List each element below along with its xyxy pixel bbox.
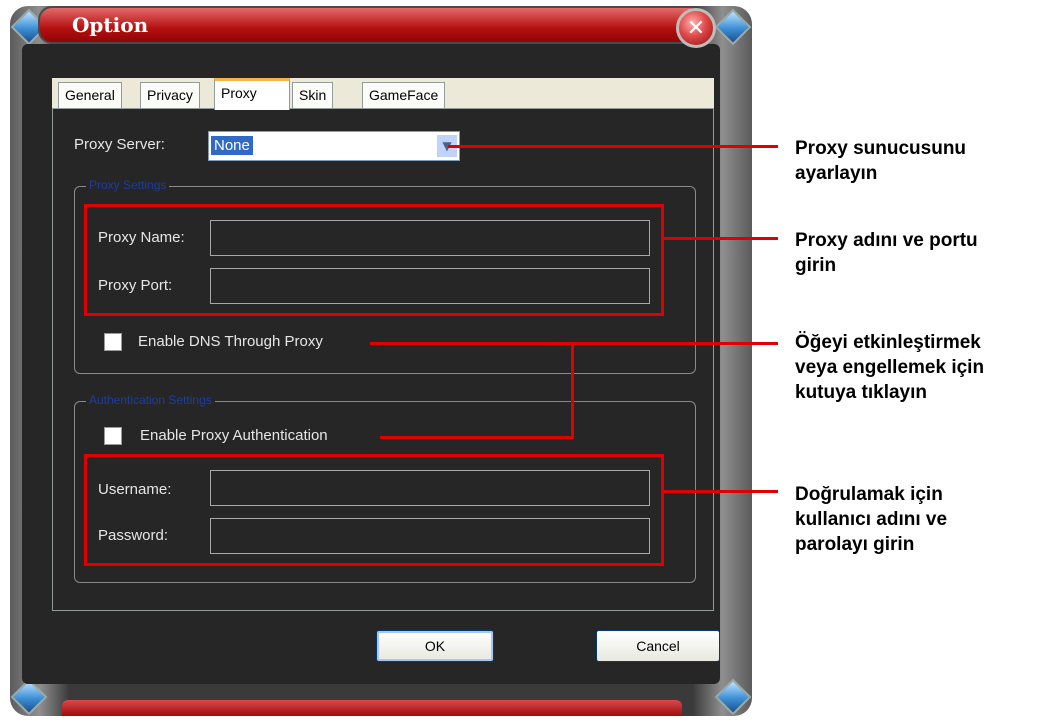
close-icon[interactable]: ✕ — [676, 8, 716, 48]
leader-line-server — [448, 145, 778, 148]
window-title: Option — [72, 13, 149, 37]
auth-settings-title: Authentication Settings — [86, 393, 215, 407]
annotation-box-credentials — [84, 454, 664, 566]
ok-button[interactable]: OK — [376, 630, 494, 662]
tab-privacy[interactable]: Privacy — [140, 82, 200, 108]
leader-line-auth — [380, 436, 574, 439]
cancel-button[interactable]: Cancel — [596, 630, 720, 662]
enable-dns-label: Enable DNS Through Proxy — [138, 333, 323, 350]
enable-auth-checkbox[interactable] — [104, 427, 122, 445]
leader-line-name-port — [664, 237, 778, 240]
callout-checkbox: Öğeyi etkinleştirmek veya engellemek içi… — [795, 332, 985, 403]
tab-general[interactable]: General — [58, 82, 122, 108]
proxy-server-select[interactable]: None ▼ — [208, 131, 460, 161]
tab-proxy[interactable]: Proxy — [214, 78, 290, 110]
leader-line-connector — [571, 342, 574, 438]
bottom-bar — [62, 700, 682, 716]
leader-line-dns — [370, 342, 778, 345]
tab-gameface[interactable]: GameFace — [362, 82, 446, 108]
proxy-server-value: None — [211, 136, 253, 155]
enable-dns-checkbox[interactable] — [104, 333, 122, 351]
callout-credentials: Doğrulamak için kullanıcı adını ve parol… — [795, 484, 948, 555]
tab-skin[interactable]: Skin — [292, 82, 334, 108]
title-bar[interactable]: Option — [38, 6, 704, 44]
callout-server: Proxy sunucusunu ayarlayın — [795, 138, 967, 184]
enable-auth-label: Enable Proxy Authentication — [140, 427, 328, 444]
leader-line-credentials — [664, 490, 778, 493]
proxy-server-label: Proxy Server: — [74, 136, 165, 153]
proxy-settings-title: Proxy Settings — [86, 178, 170, 192]
annotation-box-name-port — [84, 204, 664, 316]
callout-name-port: Proxy adını ve portu girin — [795, 230, 978, 276]
